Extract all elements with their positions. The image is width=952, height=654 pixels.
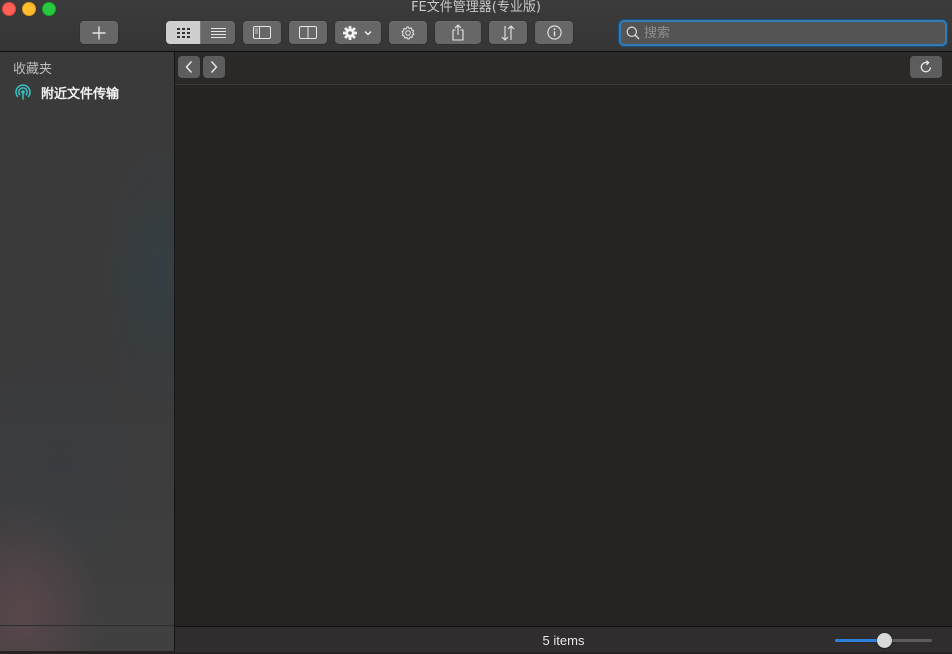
grid-view-button[interactable]: [166, 21, 201, 44]
zoom-slider-thumb[interactable]: [876, 633, 892, 648]
path-bar: [175, 52, 952, 85]
add-button[interactable]: [80, 21, 118, 44]
list-view-button[interactable]: [201, 21, 235, 44]
sidebar: 收藏夹 附近文件传输: [0, 52, 175, 651]
airdrop-icon: [15, 84, 31, 100]
status-bar: 5 items: [175, 626, 952, 652]
sort-icon: [501, 24, 515, 41]
sidebar-footer: [0, 625, 174, 651]
grid-view-icon: [176, 27, 190, 38]
share-button[interactable]: [435, 21, 481, 44]
search-icon: [626, 26, 640, 40]
sidebar-item-label: 附近文件传输: [41, 86, 120, 102]
window-title: FE文件管理器(专业版): [411, 0, 541, 15]
search-field[interactable]: [619, 20, 947, 46]
sort-button[interactable]: [489, 21, 527, 44]
sidebar-section-favorites: 收藏夹: [13, 62, 53, 77]
info-button[interactable]: [535, 21, 573, 44]
info-icon: [546, 25, 562, 40]
sidebar-toggle-button[interactable]: [243, 21, 281, 44]
sidebar-item-nearby-transfer[interactable]: 附近文件传输: [14, 82, 164, 102]
file-browser-content[interactable]: [175, 85, 952, 626]
settings-button[interactable]: [389, 21, 427, 44]
split-view-button[interactable]: [289, 21, 327, 44]
refresh-icon: [920, 60, 932, 73]
share-icon: [452, 24, 464, 41]
gear-dropdown-icon: [343, 25, 372, 40]
plus-icon: [92, 26, 106, 39]
chevron-right-icon: [210, 60, 218, 74]
forward-button[interactable]: [203, 56, 225, 78]
split-view-icon: [299, 26, 317, 39]
back-button[interactable]: [178, 56, 200, 78]
search-input[interactable]: [644, 22, 934, 44]
settings-icon: [401, 25, 415, 40]
titlebar: FE文件管理器(专业版): [0, 0, 952, 52]
list-view-icon: [210, 27, 226, 38]
refresh-button[interactable]: [910, 56, 942, 78]
chevron-left-icon: [185, 60, 193, 74]
zoom-slider[interactable]: [835, 633, 932, 648]
action-menu-button[interactable]: [335, 21, 381, 44]
sidebar-toggle-icon: [253, 26, 271, 39]
